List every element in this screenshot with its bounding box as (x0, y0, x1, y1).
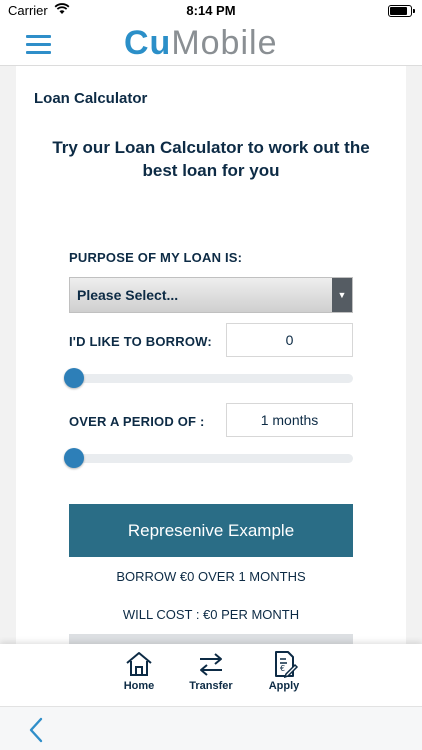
borrow-slider-thumb[interactable] (64, 368, 84, 388)
period-slider-thumb[interactable] (64, 448, 84, 468)
logo-cu: Cu (124, 24, 172, 62)
period-label: OVER A PERIOD OF : (69, 414, 205, 429)
battery-icon (388, 5, 415, 17)
clock: 8:14 PM (186, 3, 236, 18)
purpose-select-value: Please Select... (77, 287, 179, 303)
browser-nav-bar (0, 706, 422, 750)
purpose-label: PURPOSE OF MY LOAN IS: (69, 250, 243, 265)
dropdown-arrow-icon: ▼ (332, 278, 352, 312)
representative-example-button[interactable]: Represenive Example (69, 504, 353, 557)
hamburger-menu-icon[interactable] (26, 35, 51, 54)
tab-transfer[interactable]: Transfer (181, 650, 241, 692)
tab-home-label: Home (123, 680, 155, 692)
borrow-slider[interactable] (64, 368, 353, 388)
period-input[interactable]: 1 months (226, 403, 353, 437)
borrow-amount-input[interactable]: 0 (226, 323, 353, 357)
svg-text:€: € (280, 664, 285, 673)
status-bar: Carrier 8:14 PM (0, 0, 422, 22)
period-slider[interactable] (64, 448, 353, 468)
borrow-summary: BORROW €0 OVER 1 MONTHS (116, 569, 306, 584)
headline: Try our Loan Calculator to work out the … (52, 138, 370, 180)
cost-summary: WILL COST : €0 PER MONTH (122, 607, 300, 622)
page-title: Loan Calculator (34, 90, 148, 107)
app-logo: CuMobile (124, 24, 278, 63)
tab-apply[interactable]: € Apply (254, 650, 314, 692)
tab-transfer-label: Transfer (189, 680, 233, 692)
tab-apply-label: Apply (268, 680, 300, 692)
bottom-tab-bar: Home Transfer € Apply (0, 644, 422, 706)
borrow-label: I'D LIKE TO BORROW: (69, 334, 212, 349)
app-header: CuMobile (0, 22, 422, 66)
logo-mobile: Mobile (171, 24, 278, 62)
purpose-select[interactable]: Please Select... ▼ (69, 277, 353, 313)
apply-icon: € (275, 651, 299, 678)
tab-home[interactable]: Home (109, 650, 169, 692)
home-icon (126, 652, 152, 676)
transfer-icon (200, 653, 222, 676)
back-arrow-icon[interactable] (28, 717, 44, 748)
loan-calculator-card: Loan Calculator Try our Loan Calculator … (16, 66, 406, 666)
